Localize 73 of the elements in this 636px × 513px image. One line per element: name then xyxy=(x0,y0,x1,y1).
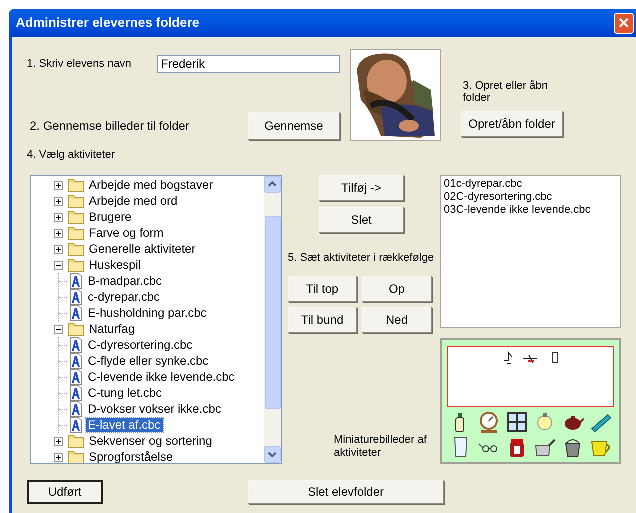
document-icon xyxy=(69,353,83,369)
document-icon xyxy=(69,401,83,417)
tree-file[interactable]: C-flyde eller synke.cbc xyxy=(86,354,211,368)
document-icon xyxy=(69,305,83,321)
minus-box-icon[interactable] xyxy=(54,260,63,270)
scroll-up-icon[interactable] xyxy=(264,176,281,193)
tree-folder[interactable]: Huskespil xyxy=(87,258,144,272)
folder-icon xyxy=(68,258,84,272)
plus-box-icon[interactable] xyxy=(54,244,63,254)
create-label: 3. Opret eller åbn folder xyxy=(463,80,549,104)
close-button[interactable] xyxy=(614,12,634,34)
tree-folder[interactable]: Arbejde med ord xyxy=(87,194,180,208)
folder-icon xyxy=(68,450,84,463)
folder-icon xyxy=(68,322,84,336)
done-button[interactable]: Udført xyxy=(27,480,103,504)
thumbnails-label: Miniaturebilleder af aktiviteter xyxy=(334,434,428,460)
document-icon xyxy=(69,417,83,433)
document-icon xyxy=(69,273,83,289)
scroll-thumb[interactable] xyxy=(264,216,280,409)
order-button[interactable]: Op xyxy=(362,276,432,302)
window-icon xyxy=(506,411,528,433)
plus-box-icon[interactable] xyxy=(54,180,63,190)
scroll-down-icon[interactable] xyxy=(264,446,281,463)
list-item[interactable]: 02C-dyresortering.cbc xyxy=(444,191,617,204)
order-button[interactable]: Ned xyxy=(362,306,432,332)
document-icon xyxy=(69,369,83,385)
plus-box-icon[interactable] xyxy=(54,212,63,222)
tree-file[interactable]: E-lavet af.cbc xyxy=(86,418,163,432)
name-label: 1. Skriv elevens navn xyxy=(27,56,133,72)
tree-folder[interactable]: Sekvenser og sortering xyxy=(87,434,214,448)
tree-file[interactable]: C-tung let.cbc xyxy=(86,386,164,400)
create-open-button[interactable]: Opret/åbn folder xyxy=(461,111,563,137)
browse-button[interactable]: Gennemse xyxy=(248,112,340,140)
order-button[interactable]: Til top xyxy=(288,276,357,302)
tree-folder[interactable]: Brugere xyxy=(87,210,134,224)
order-label: 5. Sæt aktiviteter i rækkefølge xyxy=(288,251,434,266)
delete-button[interactable]: Slet xyxy=(319,207,404,233)
document-icon xyxy=(69,289,83,305)
tree-folder[interactable]: Naturfag xyxy=(87,322,138,336)
close-icon xyxy=(619,18,629,28)
activities-label: 4. Vælg aktiviteter xyxy=(27,149,116,162)
folder-icon xyxy=(68,226,84,240)
tree-file[interactable]: c-dyrepar.cbc xyxy=(86,290,162,304)
minus-box-icon[interactable] xyxy=(54,324,63,334)
tree-folder[interactable]: Arbejde med bogstaver xyxy=(87,178,216,192)
list-item[interactable]: 03C-levende ikke levende.cbc xyxy=(444,204,617,217)
document-icon xyxy=(69,385,83,401)
tree-file[interactable]: B-madpar.cbc xyxy=(86,274,164,288)
window-title: Administrer elevernes foldere xyxy=(16,14,200,32)
tree-file[interactable]: C-dyresortering.cbc xyxy=(86,338,195,352)
document-icon xyxy=(69,337,83,353)
scrollbar[interactable] xyxy=(264,176,281,463)
folder-icon xyxy=(68,434,84,448)
tree-file[interactable]: C-levende ikke levende.cbc xyxy=(86,370,237,384)
list-item[interactable]: 01c-dyrepar.cbc xyxy=(444,178,617,191)
name-field[interactable]: Frederik xyxy=(157,55,340,73)
tree-folder[interactable]: Farve og form xyxy=(87,226,166,240)
plus-box-icon[interactable] xyxy=(54,228,63,238)
folder-icon xyxy=(68,242,84,256)
order-button[interactable]: Til bund xyxy=(288,306,357,332)
delete-folder-button[interactable]: Slet elevfolder xyxy=(248,480,444,504)
plus-box-icon[interactable] xyxy=(54,436,63,446)
folder-icon xyxy=(68,194,84,208)
browse-label: 2. Gennemse billeder til folder xyxy=(29,118,190,135)
plus-box-icon[interactable] xyxy=(54,452,63,462)
plus-box-icon[interactable] xyxy=(54,196,63,206)
tree-file[interactable]: D-vokser vokser ikke.cbc xyxy=(86,402,224,416)
add-button[interactable]: Tilføj -> xyxy=(319,175,404,201)
tree-folder[interactable]: Generelle aktiviteter xyxy=(87,242,198,256)
tree-file[interactable]: E-husholdning par.cbc xyxy=(86,306,209,320)
folder-icon xyxy=(68,210,84,224)
clock-icon xyxy=(478,411,500,433)
folder-icon xyxy=(68,178,84,192)
